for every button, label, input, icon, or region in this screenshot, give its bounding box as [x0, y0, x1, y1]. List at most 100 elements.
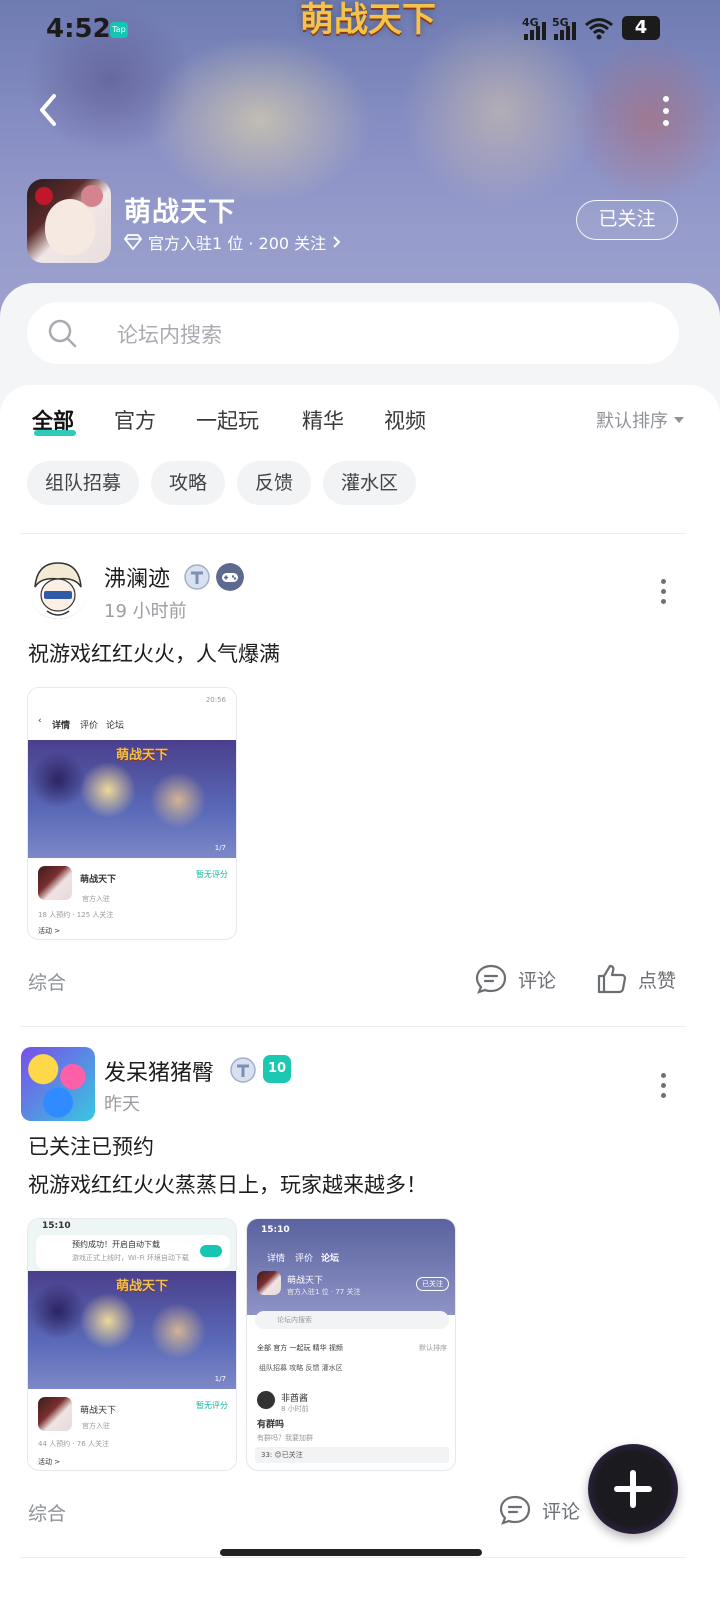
thumb-official: 官方入驻	[82, 895, 110, 903]
thumb-game-name: 萌战天下	[80, 1406, 117, 1416]
like-label: 点赞	[638, 969, 677, 992]
thumb-tab-forum: 论坛	[106, 721, 125, 731]
thumb-pager: 1/7	[214, 1375, 226, 1383]
sort-dropdown[interactable]: 默认排序	[596, 407, 684, 433]
chip-guides[interactable]: 攻略	[151, 461, 226, 505]
diamond-icon	[124, 234, 142, 250]
search-placeholder: 论坛内搜索	[117, 323, 222, 347]
thumb-game-meta: 官方入驻1 位 · 77 关注	[287, 1288, 361, 1296]
post-image-thumbnail[interactable]: 15:10 预约成功！开启自动下载 游戏正式上线时，Wi-Fi 环境自动下载 萌…	[27, 1218, 237, 1471]
thumb-status-time: 15:10	[261, 1225, 290, 1235]
signal-5g-label: 5G	[552, 16, 569, 29]
level-badge: 10	[263, 1055, 291, 1083]
thumb-game-name: 萌战天下	[80, 875, 117, 885]
thumb-search-text: 论坛内搜索	[277, 1316, 312, 1324]
thumb-user-time: 8 小时前	[281, 1405, 309, 1413]
comment-label: 评论	[518, 969, 557, 992]
verified-badge-icon	[230, 1057, 256, 1083]
chip-chat[interactable]: 灌水区	[323, 461, 417, 505]
thumb-sort: 默认排序	[419, 1344, 447, 1352]
tab-featured[interactable]: 精华	[302, 405, 344, 435]
thumb-tab-review: 评价	[295, 1254, 314, 1264]
thumb-avatar	[257, 1391, 275, 1409]
back-arrow-icon[interactable]	[30, 90, 70, 130]
verified-badge-icon	[184, 564, 210, 590]
avatar[interactable]	[21, 1047, 95, 1121]
thumb-game-name: 萌战天下	[287, 1276, 324, 1286]
chip-team-recruit[interactable]: 组队招募	[27, 461, 140, 505]
thumb-forum-header: 15:10 详情 评价 论坛 萌战天下 官方入驻1 位 · 77 关注 已关注	[247, 1219, 455, 1315]
tab-official[interactable]: 官方	[114, 405, 156, 435]
thumb-toast-title: 预约成功！开启自动下载	[72, 1240, 160, 1249]
signal-4g-label: 4G	[522, 16, 539, 29]
thumb-rating: 暂无评分	[196, 870, 228, 879]
avatar[interactable]	[27, 557, 89, 619]
comment-button[interactable]: 评论	[474, 963, 556, 995]
sort-label: 默认排序	[596, 411, 668, 432]
create-post-button[interactable]	[588, 1444, 678, 1534]
post-more-icon[interactable]	[659, 1073, 667, 1099]
thumbs-up-icon	[597, 964, 627, 994]
comment-icon	[499, 1495, 531, 1525]
post-category-tag[interactable]: 综合	[28, 968, 66, 995]
game-title: 萌战天下	[124, 197, 236, 228]
tab-video[interactable]: 视频	[384, 405, 426, 435]
thumb-pager: 1/7	[214, 844, 226, 852]
thumb-app-header: 15:10 预约成功！开启自动下载 游戏正式上线时，Wi-Fi 环境自动下载	[28, 1219, 236, 1271]
thumb-banner-title: 萌战天下	[116, 748, 169, 763]
chip-feedback[interactable]: 反馈	[237, 461, 312, 505]
forum-search-input[interactable]: 论坛内搜索	[27, 302, 679, 364]
caret-down-icon	[674, 417, 684, 423]
thumb-banner-title: 萌战天下	[116, 1279, 169, 1294]
post-body-line: 祝游戏红红火火蒸蒸日上，玩家越来越多！	[28, 1173, 427, 1197]
status-indicators: 4G 5G 4	[522, 16, 660, 40]
thumb-activity: 活动 >	[38, 1458, 61, 1466]
thumb-game-icon	[38, 1397, 72, 1431]
post-body-line: 已关注已预约	[28, 1135, 154, 1159]
thumb-toast: 预约成功！开启自动下载 游戏正式上线时，Wi-Fi 环境自动下载	[36, 1235, 230, 1269]
divider	[20, 1557, 686, 1558]
gamepad-badge-icon	[216, 563, 244, 591]
tab-all[interactable]: 全部	[32, 405, 74, 435]
thumb-game-banner: 萌战天下 1/7	[28, 1271, 236, 1389]
like-button[interactable]: 点赞	[596, 963, 676, 995]
thumb-tab-review: 评价	[80, 721, 99, 731]
game-follow-meta[interactable]: 官方入驻1 位 · 200 关注	[124, 230, 342, 254]
forum-tabs: 全部 官方 一起玩 精华 视频 默认排序	[0, 385, 720, 455]
post-image-thumbnail[interactable]: 15:10 详情 评价 论坛 萌战天下 官方入驻1 位 · 77 关注 已关注 …	[246, 1218, 456, 1471]
home-indicator[interactable]	[220, 1549, 482, 1556]
thumb-username: 非酋酱	[281, 1394, 309, 1404]
tab-play-together[interactable]: 一起玩	[196, 405, 259, 435]
comment-icon	[475, 964, 507, 994]
thumb-game-icon	[257, 1271, 281, 1295]
post-more-icon[interactable]	[659, 579, 667, 605]
post-category-tag[interactable]: 综合	[28, 1499, 66, 1526]
thumb-stats: 18 人预约 · 125 人关注	[38, 911, 114, 919]
thumb-game-banner: 萌战天下 1/7	[28, 740, 236, 858]
thumb-official: 官方入驻	[82, 1422, 110, 1430]
post-time: 19 小时前	[104, 601, 187, 622]
post-body-line: 祝游戏红红火火，人气爆满	[28, 642, 280, 666]
thumb-status-time: 15:10	[42, 1221, 71, 1231]
post-time: 昨天	[104, 1094, 140, 1115]
thumb-reply-text: 33: 😊已关注	[261, 1451, 303, 1459]
divider	[20, 533, 686, 534]
post-username[interactable]: 发呆猪猪臀	[104, 1055, 214, 1087]
thumb-tab-detail: 详情	[267, 1254, 286, 1264]
comment-button[interactable]: 评论	[498, 1494, 580, 1526]
signal-5g-icon: 5G	[552, 16, 576, 40]
taptap-notification-icon: Tap	[110, 22, 128, 38]
plus-icon-vertical	[630, 1470, 636, 1508]
post-username[interactable]: 沸澜迹	[104, 561, 170, 593]
thumb-game-icon	[38, 866, 72, 900]
game-meta-text: 官方入驻1 位 · 200 关注	[148, 234, 327, 253]
status-time: 4:52	[46, 14, 111, 44]
thumb-reply: 33: 😊已关注	[255, 1447, 449, 1463]
chevron-right-icon	[333, 236, 341, 248]
post-image-thumbnail[interactable]: 20:56 ‹ 详情 评价 论坛 萌战天下 1/7 萌战天下 暂无评分 官方入驻…	[27, 687, 237, 940]
thumb-stats: 44 人预约 · 76 人关注	[38, 1440, 109, 1448]
followed-button[interactable]: 已关注	[576, 200, 678, 240]
avatar-illustration	[27, 557, 89, 619]
more-options-icon[interactable]	[658, 96, 674, 126]
thumb-post-title: 有群吗	[257, 1420, 285, 1430]
